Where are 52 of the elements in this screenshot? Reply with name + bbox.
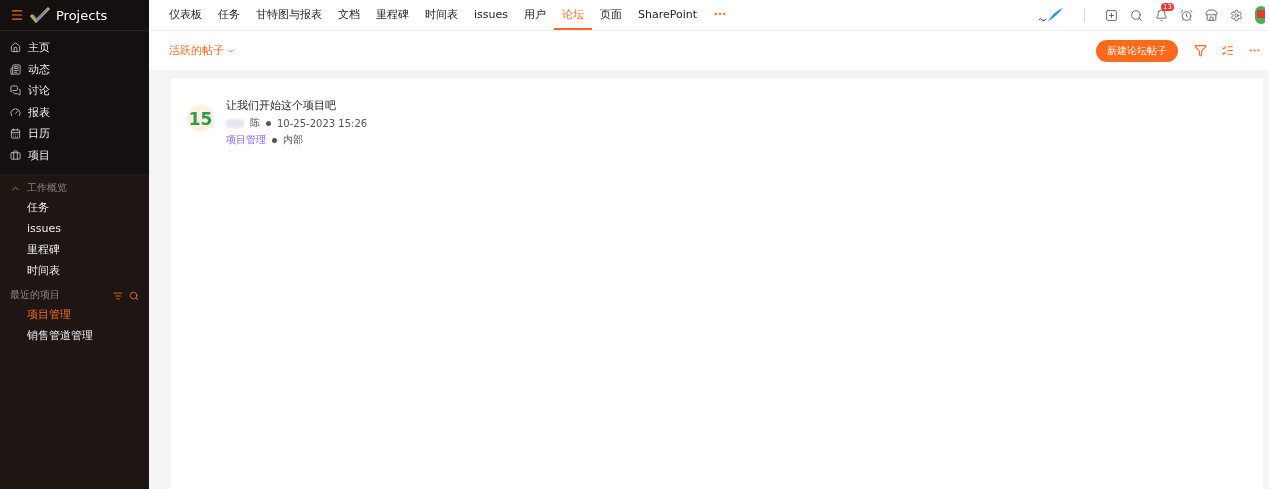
search-icon[interactable] [129, 290, 139, 301]
bell-icon[interactable] [1155, 8, 1168, 22]
nav-tab[interactable]: 甘特图与报表 [248, 0, 330, 30]
menu-icon[interactable] [10, 8, 24, 22]
sidebar-item[interactable]: issues [0, 218, 149, 239]
author-name: 陈 [250, 116, 260, 130]
nav-tab[interactable]: SharePoint [630, 0, 706, 30]
nav-tab[interactable]: 时间表 [417, 0, 466, 30]
nav-tab[interactable]: issues [466, 0, 516, 30]
logo-icon [30, 7, 50, 23]
section-title: 最近的项目 [10, 289, 60, 302]
project-link[interactable]: 项目管理 [226, 133, 266, 147]
project-item[interactable]: 项目管理 [0, 304, 149, 325]
home-icon [10, 42, 21, 54]
blurred-name [226, 118, 244, 128]
post-title[interactable]: 让我们开始这个项目吧 [226, 98, 368, 113]
nav-tab[interactable]: 用户 [516, 0, 554, 30]
nav-tab[interactable]: 仪表板 [161, 0, 210, 30]
nav-tab[interactable]: 文档 [330, 0, 368, 30]
sidebar-item[interactable]: 里程碑 [0, 239, 149, 260]
sort-icon[interactable] [113, 290, 123, 301]
calendar-icon [10, 128, 21, 140]
store-icon[interactable] [1205, 8, 1218, 22]
quill-icon[interactable] [1038, 7, 1064, 23]
avatar-icon[interactable] [1255, 6, 1265, 24]
sidebar-item[interactable]: 动态 [28, 61, 50, 77]
section-title: 工作概览 [27, 182, 67, 195]
sidebar-item[interactable]: 讨论 [28, 83, 50, 99]
newspaper-icon [10, 63, 21, 75]
nav-tab[interactable]: 里程碑 [368, 0, 417, 30]
sidebar-item[interactable]: 项目 [28, 147, 50, 163]
briefcase-icon [10, 149, 21, 161]
sidebar-item[interactable]: 时间表 [0, 260, 149, 281]
sidebar-item[interactable]: 日历 [28, 126, 50, 142]
alarm-clock-icon[interactable] [1180, 8, 1193, 22]
filter-icon[interactable] [1194, 44, 1207, 57]
visibility-label: 内部 [283, 133, 303, 147]
sidebar-item[interactable]: 任务 [0, 197, 149, 218]
sidebar-item[interactable]: 报表 [28, 104, 50, 120]
gauge-icon [10, 106, 21, 118]
nav-tab[interactable]: 任务 [210, 0, 248, 30]
app-name: Projects [56, 7, 108, 23]
search-icon[interactable] [1130, 8, 1143, 22]
project-item[interactable]: 销售管道管理 [0, 325, 149, 346]
avatar: 15 [187, 105, 214, 132]
add-icon[interactable] [1105, 8, 1118, 22]
sidebar-item[interactable]: 主页 [28, 40, 50, 56]
settings-icon[interactable] [1230, 8, 1243, 22]
chat-icon [10, 85, 21, 97]
nav-tab[interactable]: 页面 [592, 0, 630, 30]
checklist-icon[interactable] [1221, 44, 1234, 57]
post-date: 10-25-2023 15:26 [277, 117, 368, 129]
